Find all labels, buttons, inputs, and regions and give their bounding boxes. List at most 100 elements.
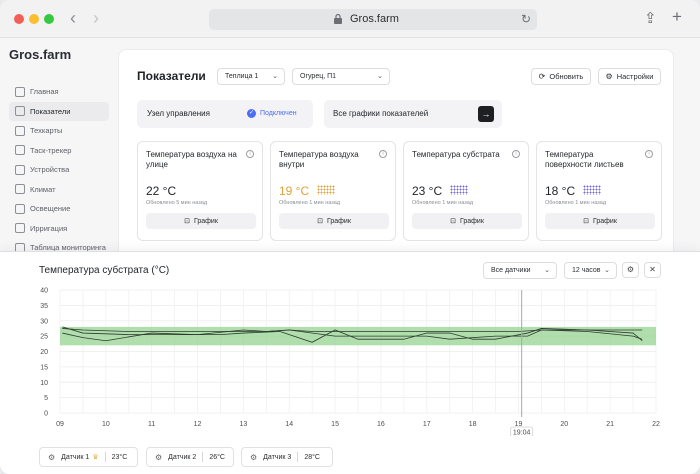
- sensor-select[interactable]: Все датчики ⌄: [483, 262, 557, 279]
- arrow-right-icon[interactable]: →: [478, 106, 494, 122]
- settings-label: Настройки: [616, 72, 654, 81]
- x-tick-label: 16: [377, 421, 385, 428]
- x-tick-label: 09: [56, 421, 64, 428]
- sidebar-item-icon: [15, 223, 25, 234]
- graph-button[interactable]: ⊡ График: [545, 213, 655, 229]
- close-window-button[interactable]: [14, 14, 24, 24]
- graph-button-label: График: [193, 217, 218, 225]
- metric-value: 23 °C: [412, 184, 443, 198]
- refresh-label: Обновить: [549, 72, 584, 81]
- x-tick-label: 18: [469, 421, 477, 428]
- chevron-down-icon: ⌄: [544, 267, 550, 274]
- sensor-dots-icon: [583, 185, 601, 195]
- sidebar-item-icon: [15, 203, 25, 214]
- sidebar-item-icon: [15, 106, 25, 117]
- sensor-select-value: Все датчики: [491, 267, 531, 274]
- x-tick-label: 20: [560, 421, 568, 428]
- metric-card: Температура субстрата i 23 °C Обновлено 1 м…: [403, 141, 529, 241]
- sidebar-item-label: Техкарты: [30, 126, 63, 136]
- browser-titlebar: ‹ › Gros.farm ↻ ⇪ +: [0, 0, 700, 38]
- chevron-left-icon[interactable]: ‹: [70, 9, 76, 27]
- all-graphs-link[interactable]: Все графики показателей →: [324, 100, 502, 128]
- greenhouse-select[interactable]: Теплица 1 ⌄: [217, 68, 285, 85]
- divider: [297, 452, 299, 462]
- all-graphs-label: Все графики показателей: [333, 109, 429, 118]
- graph-button-label: График: [326, 217, 351, 225]
- maximize-window-button[interactable]: [44, 14, 54, 24]
- metric-card-title: Температура воздуха на улице: [146, 150, 237, 169]
- sidebar-item[interactable]: Устройства: [9, 160, 109, 180]
- sensor-name: Датчик 3: [263, 453, 292, 461]
- sidebar-item[interactable]: Показатели: [9, 101, 109, 121]
- sidebar-item[interactable]: Климат: [9, 180, 109, 200]
- gear-icon: ⚙: [48, 452, 56, 462]
- graph-button[interactable]: ⊡ График: [412, 213, 522, 229]
- metric-value: 18 °C: [545, 184, 576, 198]
- close-panel-button[interactable]: ✕: [644, 262, 661, 278]
- sidebar-item-icon: [15, 86, 25, 97]
- refresh-button[interactable]: ⟳ Обновить: [531, 68, 591, 85]
- period-select[interactable]: 12 часов ⌄: [564, 262, 617, 279]
- new-tab-icon[interactable]: +: [672, 8, 682, 25]
- close-icon: ✕: [649, 265, 656, 274]
- sensor-legend-item[interactable]: ⚙ Датчик 2 26°C: [146, 447, 234, 467]
- sidebar-item[interactable]: Ирригация: [9, 219, 109, 239]
- chevron-right-icon[interactable]: ›: [93, 9, 99, 27]
- info-icon[interactable]: i: [512, 150, 520, 158]
- crown-icon: ♛: [92, 454, 99, 461]
- reload-icon[interactable]: ↻: [521, 12, 531, 26]
- gear-icon: ⚙: [626, 265, 635, 274]
- sidebar-item[interactable]: Освещение: [9, 199, 109, 219]
- info-icon[interactable]: i: [379, 150, 387, 158]
- app-logo: Gros.farm: [9, 47, 72, 62]
- info-icon[interactable]: i: [645, 150, 653, 158]
- x-tick-label: 15: [331, 421, 339, 428]
- x-tick-label: 14: [285, 421, 293, 428]
- y-tick-label: 5: [44, 395, 48, 402]
- graph-button[interactable]: ⊡ График: [146, 213, 256, 229]
- crop-select[interactable]: Огурец, П1 ⌄: [292, 68, 390, 85]
- gear-icon: ⚙: [155, 452, 163, 462]
- control-node-label: Узел управления: [147, 109, 210, 118]
- divider: [104, 452, 106, 462]
- browser-window: ‹ › Gros.farm ↻ ⇪ + Gros.farm Главная Пок…: [0, 0, 700, 474]
- chart-title: Температура субстрата (°C): [39, 265, 170, 276]
- metric-value: 19 °C: [279, 184, 310, 198]
- sensor-name: Датчик 2: [168, 453, 197, 461]
- sidebar-item-label: Климат: [30, 184, 56, 194]
- control-node: Узел управления ✓ Подключен: [137, 100, 313, 128]
- sidebar-item[interactable]: Главная: [9, 82, 109, 102]
- url-text: Gros.farm: [350, 13, 399, 25]
- sidebar-item[interactable]: Таск-трекер: [9, 141, 109, 161]
- x-tick-label: 13: [239, 421, 247, 428]
- metric-updated: Обновлено 1 мин назад: [279, 200, 341, 206]
- sidebar: Главная Показатели Техкарты Таск-трекер Устр…: [9, 82, 109, 258]
- graph-button[interactable]: ⊡ График: [279, 213, 389, 229]
- gear-icon: ⚙: [250, 452, 258, 462]
- info-icon[interactable]: i: [246, 150, 254, 158]
- sensor-dots-icon: [450, 185, 468, 195]
- y-tick-label: 30: [40, 318, 48, 325]
- share-icon[interactable]: ⇪: [644, 11, 657, 26]
- sensor-value: 23°C: [111, 453, 128, 461]
- sensor-legend-item[interactable]: ⚙ Датчик 1 ♛ 23°C: [39, 447, 138, 467]
- chart-settings-button[interactable]: ⚙: [622, 262, 639, 278]
- sidebar-item-icon: [15, 145, 25, 156]
- x-tick-label: 21: [606, 421, 614, 428]
- sensor-value: 26°C: [209, 453, 225, 461]
- divider: [202, 452, 204, 462]
- address-bar[interactable]: Gros.farm ↻: [209, 9, 537, 30]
- x-tick-label: 17: [423, 421, 431, 428]
- chevron-down-icon: ⌄: [377, 73, 383, 80]
- y-tick-label: 40: [40, 288, 48, 295]
- graph-button-label: График: [592, 217, 617, 225]
- crop-select-value: Огурец, П1: [300, 73, 337, 80]
- sidebar-item[interactable]: Техкарты: [9, 121, 109, 141]
- chart-icon: ⊡: [583, 218, 589, 225]
- minimize-window-button[interactable]: [29, 14, 39, 24]
- y-tick-label: 10: [40, 380, 48, 387]
- sensor-legend-item[interactable]: ⚙ Датчик 3 28°C: [241, 447, 333, 467]
- lock-icon: [334, 13, 342, 24]
- settings-button[interactable]: ⚙ Настройки: [598, 68, 661, 85]
- gear-icon: ⚙: [605, 72, 613, 81]
